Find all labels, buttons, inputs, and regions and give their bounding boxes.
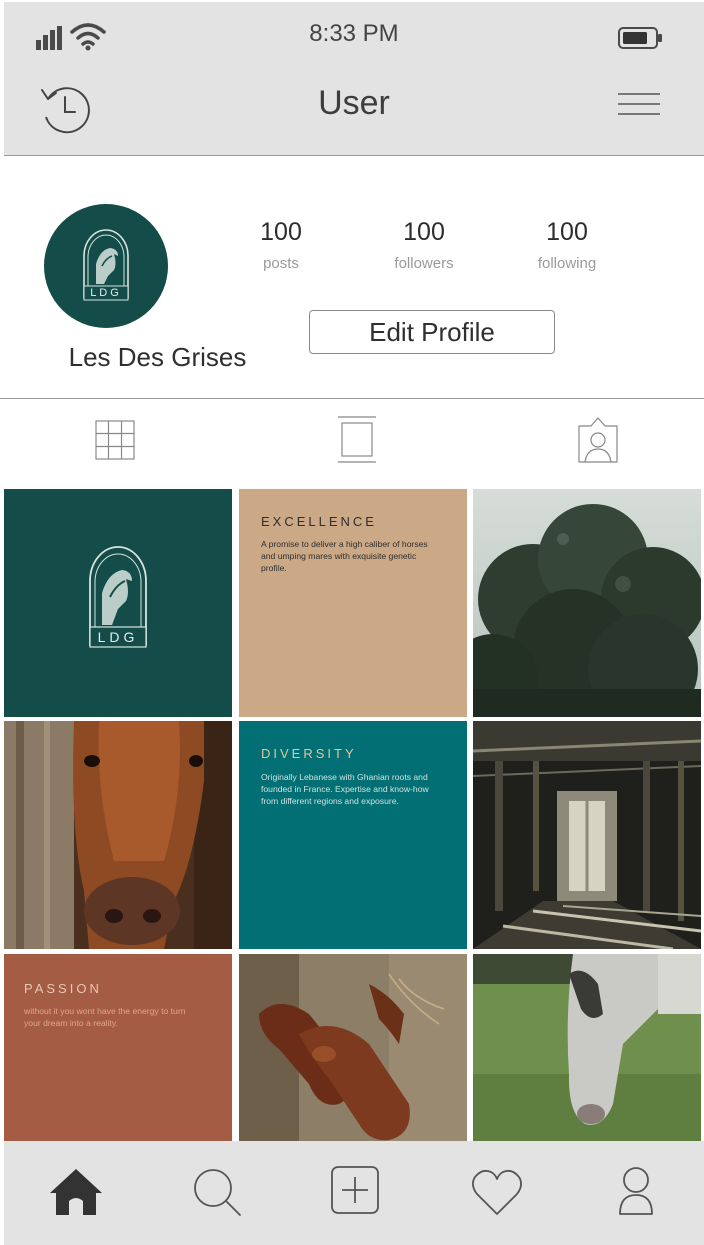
single-post-icon[interactable] <box>336 416 378 464</box>
post-tile[interactable]: EXCELLENCE A promise to deliver a high c… <box>239 489 467 717</box>
tree-photo <box>473 489 701 717</box>
post-tile[interactable]: PASSION without it you wont have the ene… <box>4 954 232 1142</box>
grid-icon[interactable] <box>95 420 135 460</box>
search-icon[interactable] <box>192 1167 244 1219</box>
avatar[interactable]: LDG <box>44 204 168 328</box>
profile-name: Les Des Grises <box>68 342 247 372</box>
top-bar: 8:33 PM User <box>4 2 704 156</box>
page-title: User <box>318 84 390 122</box>
battery-icon <box>618 27 662 49</box>
post-tile[interactable] <box>473 954 701 1142</box>
tile-heading: EXCELLENCE <box>261 514 377 529</box>
following-label: following <box>537 255 597 272</box>
rusty-chain-photo <box>239 954 467 1142</box>
following-count: 100 <box>546 218 588 246</box>
stat-following[interactable]: 100 following <box>507 218 627 272</box>
tagged-icon[interactable] <box>577 416 619 464</box>
post-tile[interactable] <box>4 721 232 949</box>
ldg-logo-icon <box>83 229 129 301</box>
post-tile[interactable] <box>473 721 701 949</box>
stat-posts[interactable]: 100 posts <box>221 218 341 272</box>
status-time: 8:33 PM <box>309 20 399 47</box>
tile-body: without it you wont have the energy to t… <box>24 1006 186 1028</box>
tile-body: Originally Lebanese with Ghanian roots a… <box>261 772 429 806</box>
posts-count: 100 <box>260 218 302 246</box>
divider <box>0 398 704 399</box>
post-tile[interactable]: DIVERSITY Originally Lebanese with Ghani… <box>239 721 467 949</box>
home-icon[interactable] <box>48 1167 104 1217</box>
profile-icon[interactable] <box>616 1165 656 1217</box>
menu-icon[interactable] <box>616 90 662 120</box>
stat-followers[interactable]: 100 followers <box>364 218 484 272</box>
post-tile[interactable]: LDG <box>4 489 232 717</box>
followers-count: 100 <box>403 218 445 246</box>
avatar-logo-text: LDG <box>90 287 122 299</box>
post-tile[interactable] <box>473 489 701 717</box>
post-tile[interactable] <box>239 954 467 1142</box>
horse-head-photo <box>4 721 232 949</box>
grazing-horse-photo <box>473 954 701 1142</box>
tile-logo-text: LDG <box>97 629 139 645</box>
add-post-icon[interactable] <box>330 1165 382 1217</box>
tile-body: A promise to deliver a high caliber of h… <box>261 539 428 573</box>
ldg-logo-icon <box>89 546 147 648</box>
bottom-nav <box>4 1141 704 1245</box>
tile-heading: PASSION <box>24 981 102 996</box>
posts-label: posts <box>263 255 299 272</box>
heart-icon[interactable] <box>469 1167 525 1217</box>
barn-photo <box>473 721 701 949</box>
edit-profile-button[interactable]: Edit Profile <box>309 310 555 354</box>
followers-label: followers <box>394 255 454 272</box>
tile-heading: DIVERSITY <box>261 746 357 761</box>
